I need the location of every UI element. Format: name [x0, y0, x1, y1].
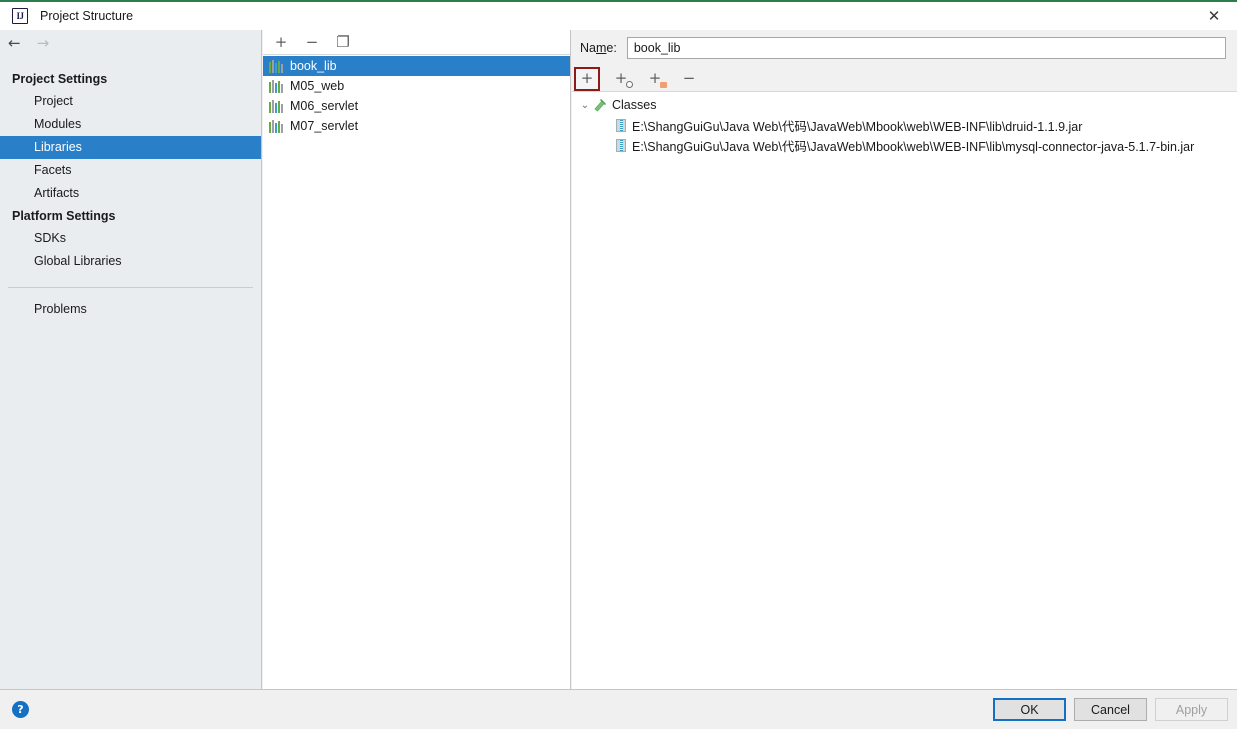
- libraries-list: book_lib M05_web M06_servlet M07_servlet: [263, 55, 570, 136]
- back-arrow-icon[interactable]: ←: [8, 35, 21, 51]
- name-field-row: Name: book_lib: [572, 30, 1237, 66]
- jar-file-icon: [616, 118, 626, 132]
- name-label: Name:: [580, 41, 617, 55]
- list-item[interactable]: M06_servlet: [263, 96, 570, 116]
- title-bar: IJ Project Structure ✕: [0, 2, 1237, 30]
- add-from-maven-button[interactable]: +: [608, 67, 634, 91]
- sidebar-item-problems[interactable]: Problems: [0, 298, 261, 321]
- library-name: M07_servlet: [290, 119, 359, 133]
- dialog-buttons: OK Cancel Apply: [993, 698, 1228, 721]
- navigation-arrows: ← →: [0, 30, 261, 56]
- list-item[interactable]: book_lib: [263, 56, 570, 76]
- library-editor-panel: Name: book_lib + + + − ⌄ Classes E:\Shan…: [572, 30, 1237, 691]
- sidebar-item-libraries[interactable]: Libraries: [0, 136, 261, 159]
- sidebar-group-platform-settings: Platform Settings: [12, 209, 116, 223]
- library-entries-toolbar: + + + −: [572, 66, 1237, 92]
- forward-arrow-icon[interactable]: →: [37, 35, 50, 51]
- tree-node-label: Classes: [612, 98, 657, 112]
- cancel-button[interactable]: Cancel: [1074, 698, 1147, 721]
- globe-icon: [626, 80, 633, 88]
- library-name: M05_web: [290, 79, 345, 93]
- classes-root-icon: [592, 97, 608, 113]
- sidebar-item-modules[interactable]: Modules: [0, 113, 261, 136]
- sidebar-nav-list: Project Settings Project Modules Librari…: [0, 68, 261, 321]
- jar-file-icon: [616, 138, 626, 152]
- project-structure-dialog: IJ Project Structure ✕ ← → Project Setti…: [0, 0, 1237, 729]
- close-icon[interactable]: ✕: [1191, 2, 1237, 30]
- intellij-logo-icon: IJ: [12, 8, 28, 24]
- sidebar-divider: [8, 287, 253, 288]
- folder-icon: [660, 81, 667, 88]
- library-name: M06_servlet: [290, 99, 359, 113]
- chevron-down-icon[interactable]: ⌄: [578, 100, 592, 111]
- remove-entry-button[interactable]: −: [676, 67, 702, 91]
- window-title: Project Structure: [40, 9, 134, 23]
- library-icon: [269, 79, 285, 93]
- sidebar-item-artifacts[interactable]: Artifacts: [0, 182, 261, 205]
- libraries-list-panel: + − ❐ book_lib M05_web M06_servlet M07_s…: [263, 30, 571, 691]
- dialog-footer: ? OK Cancel Apply: [0, 689, 1237, 729]
- add-library-icon[interactable]: +: [273, 34, 289, 50]
- library-icon: [269, 99, 285, 113]
- add-jar-button[interactable]: +: [574, 66, 600, 91]
- remove-library-icon[interactable]: −: [304, 34, 320, 50]
- list-item[interactable]: M05_web: [263, 76, 570, 96]
- list-item[interactable]: M07_servlet: [263, 116, 570, 136]
- libraries-toolbar: + − ❐: [263, 30, 570, 55]
- jar-path-label: E:\ShangGuiGu\Java Web\代码\JavaWeb\Mbook\…: [632, 139, 1195, 154]
- library-name-input[interactable]: book_lib: [626, 37, 1226, 59]
- copy-library-icon[interactable]: ❐: [335, 34, 351, 50]
- library-name: book_lib: [290, 59, 337, 73]
- sidebar-item-sdks[interactable]: SDKs: [0, 227, 261, 250]
- tree-node-jar[interactable]: E:\ShangGuiGu\Java Web\代码\JavaWeb\Mbook\…: [572, 115, 1237, 135]
- library-contents-tree: ⌄ Classes E:\ShangGuiGu\Java Web\代码\Java…: [572, 92, 1237, 155]
- apply-button[interactable]: Apply: [1155, 698, 1228, 721]
- tree-node-jar[interactable]: E:\ShangGuiGu\Java Web\代码\JavaWeb\Mbook\…: [572, 135, 1237, 155]
- tree-node-classes[interactable]: ⌄ Classes: [572, 95, 1237, 115]
- settings-sidebar: ← → Project Settings Project Modules Lib…: [0, 30, 262, 691]
- jar-path-label: E:\ShangGuiGu\Java Web\代码\JavaWeb\Mbook\…: [632, 119, 1083, 134]
- help-icon[interactable]: ?: [12, 701, 29, 718]
- sidebar-item-global-libraries[interactable]: Global Libraries: [0, 250, 261, 273]
- library-icon: [269, 59, 285, 73]
- library-icon: [269, 119, 285, 133]
- sidebar-group-project-settings: Project Settings: [12, 72, 108, 86]
- sidebar-item-project[interactable]: Project: [0, 90, 261, 113]
- sidebar-item-facets[interactable]: Facets: [0, 159, 261, 182]
- add-from-folder-button[interactable]: +: [642, 67, 668, 91]
- ok-button[interactable]: OK: [993, 698, 1066, 721]
